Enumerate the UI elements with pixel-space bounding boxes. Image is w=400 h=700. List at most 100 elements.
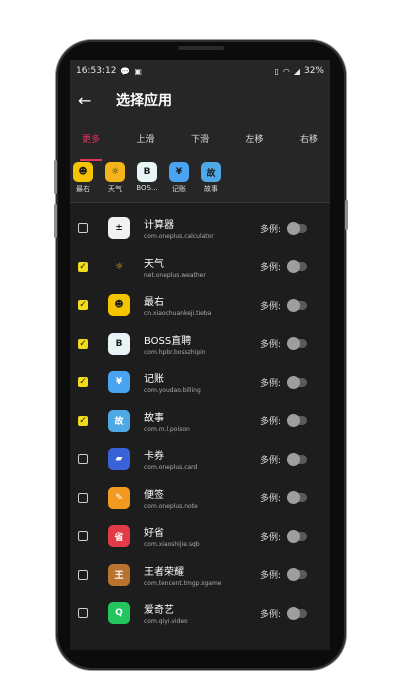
app-checkbox[interactable] <box>78 569 88 580</box>
app-row[interactable]: ✓ ☻ 最右 cn.xiaochuankeji.tieba 多例: <box>70 286 330 325</box>
app-names: 便签 com.oneplus.note <box>144 486 254 510</box>
status-time: 16:53:12 <box>76 66 117 76</box>
app-checkbox[interactable] <box>78 492 88 503</box>
phone-side-button <box>54 160 57 194</box>
status-bar: 16:53:12 💬 ▣ ▯ ◠ ◢ 32% <box>70 60 330 82</box>
app-row[interactable]: ± 计算器 com.oneplus.calculator 多例: <box>70 209 330 248</box>
app-checkbox[interactable] <box>78 531 88 542</box>
signal-icon: ◢ <box>293 66 300 76</box>
app-checkbox[interactable]: ✓ <box>78 415 88 426</box>
multi-instance-toggle[interactable] <box>287 375 308 389</box>
app-row[interactable]: ▰ 卡券 com.oneplus.card 多例: <box>70 440 330 479</box>
multi-instance-toggle[interactable] <box>287 414 308 428</box>
app-name: BOSS直聘 <box>144 335 192 347</box>
app-package: com.youdao.billing <box>144 387 201 395</box>
haosheng-icon: 省 <box>108 525 130 548</box>
weather-icon: ☼ <box>108 255 130 278</box>
selected-app-label: 故事 <box>204 185 218 193</box>
app-row[interactable]: ✓ 故故事 com.m.l.poison 多例: <box>70 402 330 441</box>
card-icon: ▰ <box>108 448 130 471</box>
selected-app-chip[interactable]: ☻ 最右 <box>72 162 94 194</box>
selected-app-chip[interactable]: B BOS... <box>136 162 158 192</box>
multi-instance-toggle[interactable] <box>287 337 308 351</box>
app-names: 计算器 com.oneplus.calculator <box>144 216 254 240</box>
app-name: 卡券 <box>144 451 164 463</box>
boss-icon: B <box>137 162 157 182</box>
app-notification-icon: ▣ <box>134 66 142 76</box>
selected-app-label: 天气 <box>108 185 122 193</box>
app-checkbox[interactable] <box>78 223 88 234</box>
wifi-icon: ◠ <box>282 66 290 76</box>
multi-instance-label: 多例: <box>260 609 282 620</box>
multi-instance-toggle[interactable] <box>287 298 308 312</box>
multi-instance-toggle[interactable] <box>287 606 308 620</box>
selected-app-chip[interactable]: 故故事 <box>200 162 222 194</box>
app-row[interactable]: ✓ ¥ 记账 com.youdao.billing 多例: <box>70 363 330 402</box>
app-name: 故事 <box>144 412 164 424</box>
app-name: 爱奇艺 <box>144 605 174 617</box>
multi-instance-label: 多例: <box>260 301 282 312</box>
app-package: com.m.l.poison <box>144 425 190 433</box>
billing-icon: ¥ <box>108 371 130 394</box>
app-checkbox[interactable] <box>78 608 88 619</box>
app-list: ± 计算器 com.oneplus.calculator 多例: ✓ ☼ 天气 net.one… <box>70 203 330 633</box>
multi-instance-label: 多例: <box>260 340 282 351</box>
app-row[interactable]: ✎ 便签 com.oneplus.note 多例: <box>70 479 330 518</box>
tab-swipe-down[interactable]: 下滑 <box>189 128 211 149</box>
app-package: com.tencent.tmgp.sgame <box>144 579 222 587</box>
app-checkbox[interactable]: ✓ <box>78 338 88 349</box>
multi-instance-label: 多例: <box>260 378 282 389</box>
arrow-left-icon[interactable]: ← <box>78 91 102 110</box>
tab-more[interactable]: 更多 <box>80 128 103 161</box>
selected-app-label: 记账 <box>172 185 186 193</box>
app-row[interactable]: Q 爱奇艺 com.qiyi.video 多例: <box>70 594 330 633</box>
multi-instance-toggle[interactable] <box>287 452 308 466</box>
app-names: 最右 cn.xiaochuankeji.tieba <box>144 293 254 317</box>
multi-instance-label: 多例: <box>260 494 282 505</box>
story-icon: 故 <box>201 162 221 182</box>
multi-instance-toggle[interactable] <box>287 491 308 505</box>
tab-move-left[interactable]: 左移 <box>243 128 265 149</box>
app-bar: ← 选择应用 <box>70 82 330 118</box>
app-name: 记账 <box>144 374 164 386</box>
app-package: com.hpbr.bosszhipin <box>144 348 206 356</box>
honor-of-kings-icon: 王 <box>108 563 130 586</box>
app-package: com.qiyi.video <box>144 618 188 626</box>
app-package: com.oneplus.calculator <box>144 233 214 241</box>
app-row[interactable]: 王王者荣耀 com.tencent.tmgp.sgame 多例: <box>70 556 330 595</box>
app-row[interactable]: ✓ B BOSS直聘 com.hpbr.bosszhipin 多例: <box>70 325 330 364</box>
app-checkbox[interactable]: ✓ <box>78 261 88 272</box>
selected-app-label: BOS... <box>136 184 158 192</box>
app-screen: 16:53:12 💬 ▣ ▯ ◠ ◢ 32% ← 选择应用 更多 上滑 下滑 左… <box>70 60 330 650</box>
multi-instance-toggle[interactable] <box>287 529 308 543</box>
app-checkbox[interactable]: ✓ <box>78 300 88 311</box>
multi-instance-toggle[interactable] <box>287 221 308 235</box>
multi-instance-label: 多例: <box>260 571 282 582</box>
selected-app-chip[interactable]: ☼ 天气 <box>104 162 126 194</box>
app-names: 王者荣耀 com.tencent.tmgp.sgame <box>144 563 254 587</box>
app-row[interactable]: ✓ ☼ 天气 net.oneplus.weather 多例: <box>70 248 330 287</box>
multi-instance-toggle[interactable] <box>287 260 308 274</box>
multi-instance-label: 多例: <box>260 263 282 274</box>
message-icon: 💬 <box>120 66 131 76</box>
app-names: 爱奇艺 com.qiyi.video <box>144 601 254 625</box>
tab-swipe-up[interactable]: 上滑 <box>134 128 156 149</box>
app-package: com.oneplus.card <box>144 464 198 472</box>
selected-app-chip[interactable]: ¥ 记账 <box>168 162 190 194</box>
multi-instance-label: 多例: <box>260 455 282 466</box>
app-name: 天气 <box>144 258 164 270</box>
weather-icon: ☼ <box>105 162 125 182</box>
billing-icon: ¥ <box>169 162 189 182</box>
multi-instance-label: 多例: <box>260 532 282 543</box>
multi-instance-toggle[interactable] <box>287 568 308 582</box>
selected-app-label: 最右 <box>76 185 90 193</box>
app-row[interactable]: 省好省 com.xiaoshijie.sqb 多例: <box>70 517 330 556</box>
zuiyou-icon: ☻ <box>73 162 93 182</box>
gesture-tabs: 更多 上滑 下滑 左移 右移 <box>70 118 330 161</box>
app-checkbox[interactable]: ✓ <box>78 377 88 388</box>
phone-side-button <box>54 204 57 238</box>
tab-move-right[interactable]: 右移 <box>298 128 320 149</box>
story-icon: 故 <box>108 409 130 432</box>
app-name: 好省 <box>144 528 164 540</box>
app-checkbox[interactable] <box>78 454 88 465</box>
